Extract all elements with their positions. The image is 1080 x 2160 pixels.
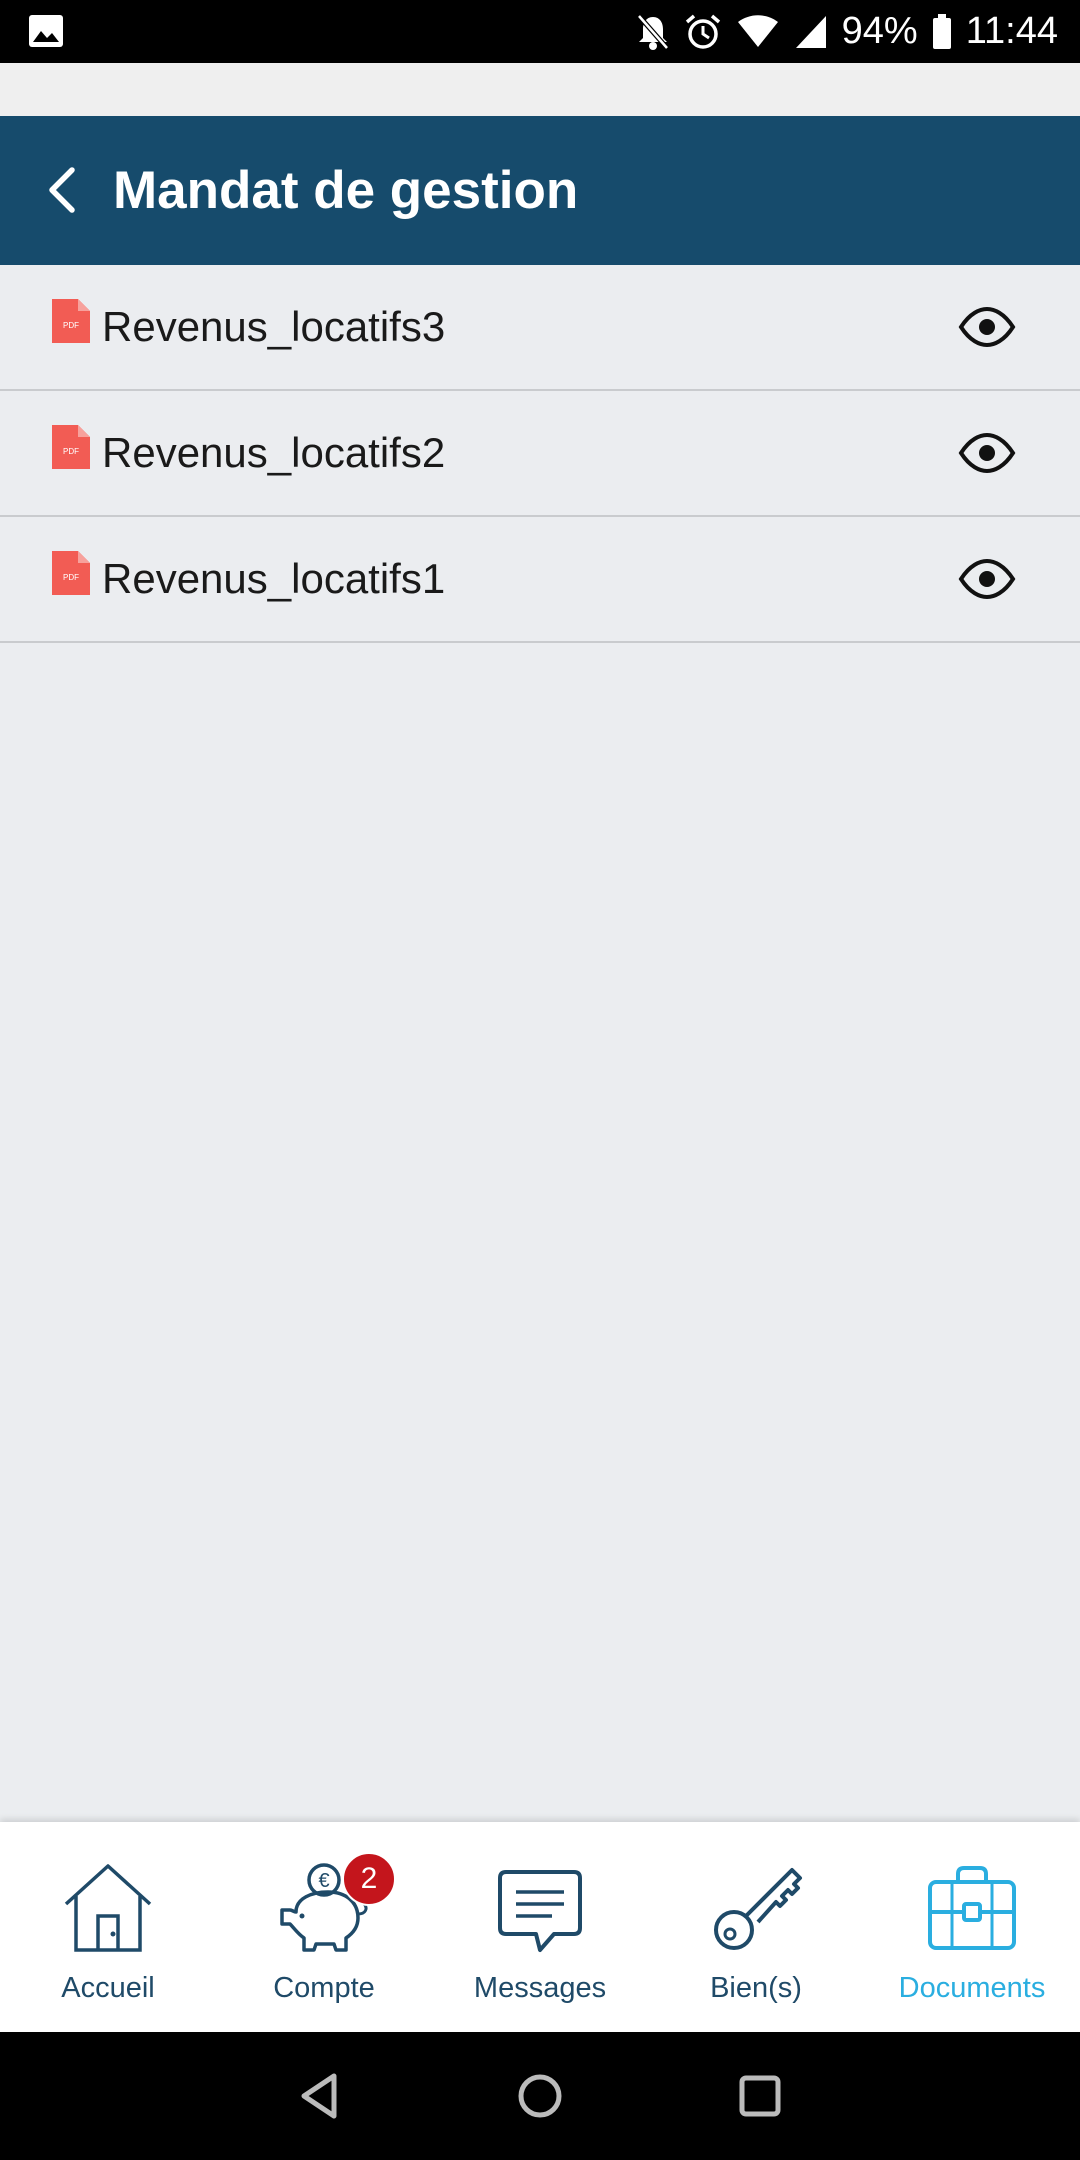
clock: 11:44 xyxy=(965,10,1058,52)
svg-text:€: € xyxy=(318,1870,329,1892)
app-header: Mandat de gestion xyxy=(0,116,1080,265)
nav-label: Compte xyxy=(273,1972,375,2004)
list-item[interactable]: PDF Revenus_locatifs1 xyxy=(0,517,1080,643)
svg-text:PDF: PDF xyxy=(63,573,79,582)
battery-icon xyxy=(932,13,952,50)
image-icon xyxy=(28,14,64,53)
pdf-icon: PDF xyxy=(52,551,90,595)
eye-icon[interactable] xyxy=(958,431,1016,475)
nav-label: Bien(s) xyxy=(710,1972,802,2004)
home-icon xyxy=(64,1864,152,1952)
nav-label: Documents xyxy=(898,1972,1046,2004)
nav-label: Messages xyxy=(473,1972,607,2004)
top-spacer xyxy=(0,63,1080,116)
system-navigation-bar xyxy=(0,2032,1080,2160)
eye-icon[interactable] xyxy=(958,305,1016,349)
nav-label: Accueil xyxy=(61,1972,155,2004)
bell-off-icon xyxy=(636,13,670,51)
battery-percent: 94% xyxy=(841,10,918,52)
nav-item-biens[interactable]: Bien(s) xyxy=(648,1822,864,2032)
list-item[interactable]: PDF Revenus_locatifs3 xyxy=(0,265,1080,391)
document-name: Revenus_locatifs3 xyxy=(102,303,446,350)
svg-text:PDF: PDF xyxy=(63,321,79,330)
page-title: Mandat de gestion xyxy=(113,161,579,220)
nav-item-documents[interactable]: Documents xyxy=(864,1822,1080,2032)
home-circle-icon[interactable] xyxy=(510,2066,570,2126)
nav-item-messages[interactable]: Messages xyxy=(432,1822,648,2032)
pdf-icon: PDF xyxy=(52,425,90,469)
briefcase-icon xyxy=(928,1866,1016,1950)
pdf-icon: PDF xyxy=(52,299,90,343)
chevron-left-icon[interactable] xyxy=(36,160,96,220)
document-name: Revenus_locatifs2 xyxy=(102,429,446,476)
alarm-icon xyxy=(684,13,722,51)
document-list: PDF Revenus_locatifs3 PDF Revenus_locati… xyxy=(0,265,1080,643)
document-name: Revenus_locatifs1 xyxy=(102,555,446,602)
back-triangle-icon[interactable] xyxy=(290,2066,350,2126)
list-item[interactable]: PDF Revenus_locatifs2 xyxy=(0,391,1080,517)
status-bar: 94% 11:44 xyxy=(0,0,1080,63)
wifi-icon xyxy=(736,14,780,50)
nav-item-accueil[interactable]: Accueil xyxy=(0,1822,216,2032)
eye-icon[interactable] xyxy=(958,557,1016,601)
bottom-navigation: Accueil € Compte Messages 2 Bien(s) Docu… xyxy=(0,1822,1080,2032)
svg-text:PDF: PDF xyxy=(63,447,79,456)
messages-badge: 2 xyxy=(342,1852,396,1906)
signal-icon xyxy=(794,14,828,50)
key-icon xyxy=(714,1868,802,1950)
nav-item-compte[interactable]: € Compte xyxy=(216,1822,432,2032)
recents-square-icon[interactable] xyxy=(730,2066,790,2126)
message-icon xyxy=(498,1870,582,1952)
